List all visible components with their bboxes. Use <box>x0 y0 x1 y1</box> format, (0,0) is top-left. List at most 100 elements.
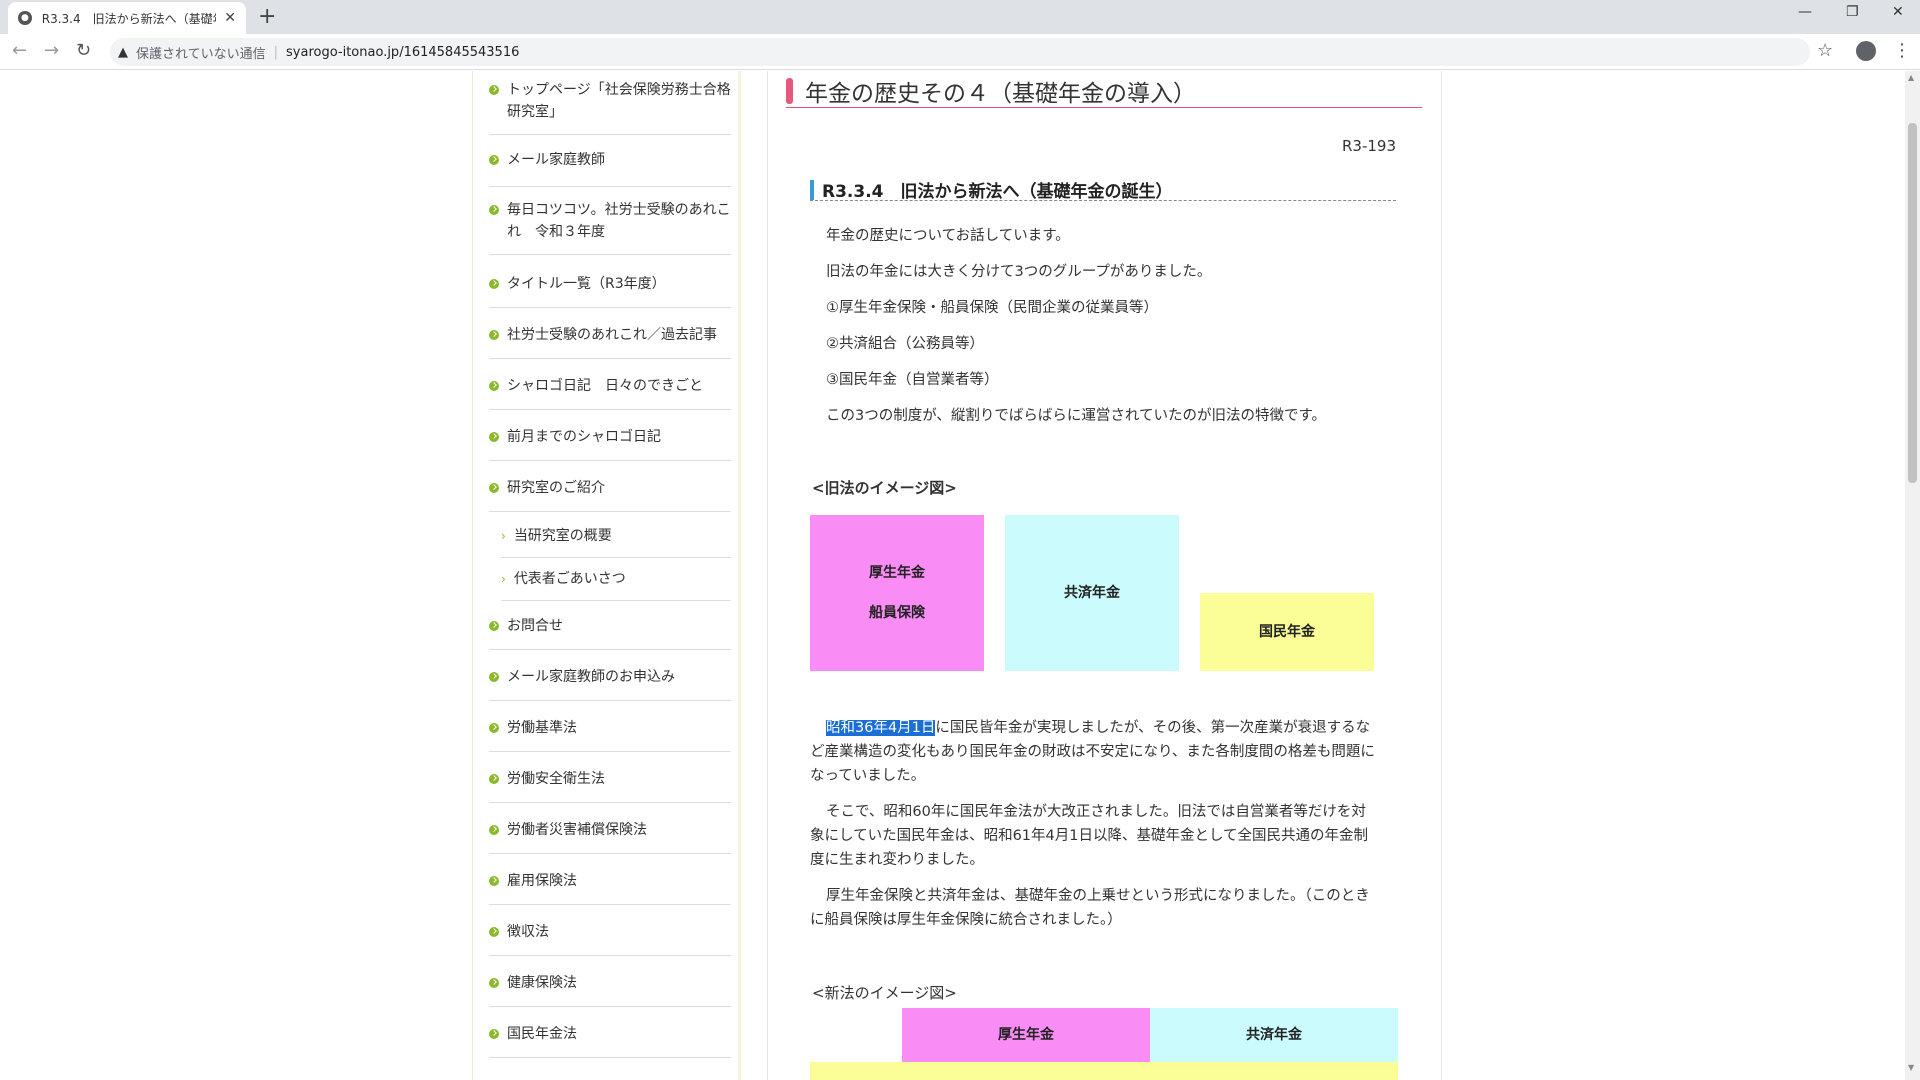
paragraph: 旧法の年金には大きく分けて3つのグループがありました。 <box>826 264 1212 280</box>
bullet-arrow-icon <box>489 876 499 886</box>
sidebar-item-label: 社労士受験のあれこれ／過去記事 <box>507 327 717 343</box>
bullet-arrow-icon <box>489 432 499 442</box>
column-divider <box>1441 71 1442 1080</box>
chevron-right-icon: › <box>501 572 506 586</box>
post-code: R3-193 <box>1342 137 1397 155</box>
kebab-menu-icon[interactable]: ⋮ <box>1893 40 1911 61</box>
page-title: 年金の歴史その４（基礎年金の導入） <box>786 74 1422 108</box>
title-marker <box>786 77 793 104</box>
scroll-down-icon[interactable]: ▼ <box>1908 1063 1914 1072</box>
sidebar-item-safety-health[interactable]: 労働安全衛生法 <box>489 768 731 803</box>
bullet-arrow-icon <box>489 330 499 340</box>
sidebar-item-label: メール家庭教師 <box>507 152 605 168</box>
bullet-arrow-icon <box>489 825 499 835</box>
sidebar-item-label: 健康保険法 <box>507 975 577 991</box>
vertical-scrollbar[interactable]: ▲ ▼ <box>1905 71 1920 1080</box>
page-title-text: 年金の歴史その４（基礎年金の導入） <box>805 80 1196 107</box>
sidebar-item-label: 毎日コツコツ。社労士受験のあれこれ 令和３年度 <box>507 202 731 240</box>
paragraph: に船員保険は厚生年金保険に統合されました。） <box>810 912 1122 928</box>
sidebar-item-label: シャロゴ日記 日々のできごと <box>507 378 703 394</box>
scroll-thumb[interactable] <box>1908 123 1917 483</box>
back-arrow-icon[interactable]: ← <box>12 40 27 61</box>
sidebar-subitem-greeting[interactable]: › 代表者ごあいさつ <box>501 568 731 601</box>
old-kosei-box: 厚生年金 船員保険 <box>810 515 984 671</box>
sidebar-item-title-list[interactable]: タイトル一覧（R3年度） <box>489 273 731 308</box>
sidebar-item-label: 徴収法 <box>507 924 549 940</box>
sidebar-item-past-diary[interactable]: 前月までのシャロゴ日記 <box>489 426 731 461</box>
paragraph: なっていました。 <box>810 768 926 784</box>
box-label: 共済年金 <box>1064 585 1120 601</box>
sidebar-subitem-label: 代表者ごあいさつ <box>513 571 626 587</box>
sidebar-decoration <box>738 71 741 1080</box>
scroll-up-icon[interactable]: ▲ <box>1908 73 1914 82</box>
sidebar-item-collection[interactable]: 徴収法 <box>489 921 731 956</box>
restore-icon[interactable]: ❐ <box>1846 4 1859 20</box>
paragraph: そこで、昭和60年に国民年金法が大改正されました。旧法では自営業者等だけを対 <box>826 804 1366 820</box>
forward-arrow-icon[interactable]: → <box>44 40 59 61</box>
bullet-arrow-icon <box>489 978 499 988</box>
column-divider <box>767 71 768 1080</box>
sidebar-item-label: 労働者災害補償保険法 <box>507 822 647 838</box>
new-kokumin-box <box>810 1062 1398 1080</box>
box-label: 共済年金 <box>1246 1027 1302 1043</box>
sidebar-item-health-ins[interactable]: 健康保険法 <box>489 972 731 1007</box>
bullet-arrow-icon <box>489 279 499 289</box>
sidebar-item-diary[interactable]: シャロゴ日記 日々のできごと <box>489 375 731 410</box>
browser-toolbar: ← → ↻ ▲ 保護されていない通信 | syarogo-itonao.jp/1… <box>0 34 1920 70</box>
sidebar-item-label: 国民年金法 <box>507 1026 577 1042</box>
new-kyosai-box: 共済年金 <box>1150 1008 1398 1062</box>
browser-tab-bar: ● R3.3.4 旧法から新法へ（基礎年金 ✕ + — ❐ ✕ <box>0 0 1920 34</box>
sidebar-subitem-overview[interactable]: › 当研究室の概要 <box>501 525 731 558</box>
sidebar-item-past-articles[interactable]: 社労士受験のあれこれ／過去記事 <box>489 324 731 359</box>
sidebar-item-label: トップページ「社会保険労務士合格研究室」 <box>507 82 731 120</box>
new-tab-button[interactable]: + <box>258 4 276 29</box>
bullet-arrow-icon <box>489 1029 499 1039</box>
sidebar-item-label: メール家庭教師のお申込み <box>507 669 675 685</box>
paragraph: ①厚生年金保険・船員保険（民間企業の従業員等） <box>826 300 1158 316</box>
highlighted-date: 昭和36年4月1日 <box>826 720 936 736</box>
warning-icon[interactable]: ▲ <box>118 45 128 60</box>
bullet-arrow-icon <box>489 155 499 165</box>
sidebar-item-workers-comp[interactable]: 労働者災害補償保険法 <box>489 819 731 854</box>
box-label: 厚生年金 <box>998 1027 1054 1043</box>
bullet-arrow-icon <box>489 723 499 733</box>
post-heading-text: R3.3.4 旧法から新法へ（基礎年金の誕生） <box>822 182 1173 202</box>
bullet-arrow-icon <box>489 85 499 95</box>
bookmark-star-icon[interactable]: ☆ <box>1817 40 1833 61</box>
profile-avatar-icon[interactable] <box>1856 41 1876 61</box>
tab-title: R3.3.4 旧法から新法へ（基礎年金 <box>41 11 217 26</box>
paragraph: 度に生まれ変わりました。 <box>810 852 984 868</box>
address-bar[interactable]: ▲ 保護されていない通信 | syarogo-itonao.jp/1614584… <box>110 38 1810 66</box>
old-kyosai-box: 共済年金 <box>1005 515 1179 671</box>
sidebar-subitem-label: 当研究室の概要 <box>513 528 612 544</box>
old-kokumin-box: 国民年金 <box>1200 593 1374 671</box>
paragraph: ど産業構造の変化もあり国民年金の財政は不安定になり、また各制度間の格差も問題に <box>810 744 1375 760</box>
security-label: 保護されていない通信 <box>136 46 266 62</box>
sidebar-item-national-pension[interactable]: 国民年金法 <box>489 1023 731 1058</box>
bullet-arrow-icon <box>489 205 499 215</box>
browser-tab[interactable]: ● R3.3.4 旧法から新法へ（基礎年金 ✕ <box>8 2 246 34</box>
bullet-arrow-icon <box>489 621 499 631</box>
sidebar-item-contact[interactable]: お問合せ <box>489 615 731 650</box>
reload-icon[interactable]: ↻ <box>76 40 91 61</box>
sidebar-item-top-page[interactable]: トップページ「社会保険労務士合格研究室」 <box>489 79 731 135</box>
bullet-arrow-icon <box>489 927 499 937</box>
bullet-arrow-icon <box>489 672 499 682</box>
url-text[interactable]: syarogo-itonao.jp/16145845543516 <box>286 45 519 60</box>
sidebar-item-label: 雇用保険法 <box>507 873 577 889</box>
post-heading: R3.3.4 旧法から新法へ（基礎年金の誕生） <box>810 179 1396 202</box>
sidebar-item-label: 研究室のご紹介 <box>507 480 605 496</box>
close-window-icon[interactable]: ✕ <box>1892 4 1904 20</box>
sidebar-item-apply[interactable]: メール家庭教師のお申込み <box>489 666 731 701</box>
sidebar-item-labor-standards[interactable]: 労働基準法 <box>489 717 731 752</box>
sidebar-item-daily[interactable]: 毎日コツコツ。社労士受験のあれこれ 令和３年度 <box>489 199 731 255</box>
bullet-arrow-icon <box>489 483 499 493</box>
sidebar-item-employment-ins[interactable]: 雇用保険法 <box>489 870 731 905</box>
paragraph: 昭和36年4月1日に国民皆年金が実現しましたが、その後、第一次産業が衰退するな <box>826 716 1396 740</box>
sidebar-item-about[interactable]: 研究室のご紹介 <box>489 477 731 512</box>
old-law-caption: <旧法のイメージ図> <box>812 479 957 497</box>
close-tab-icon[interactable]: ✕ <box>224 10 236 26</box>
sidebar-item-mail-tutor[interactable]: メール家庭教師 <box>489 149 731 187</box>
minimize-icon[interactable]: — <box>1798 4 1812 20</box>
sidebar-nav: トップページ「社会保険労務士合格研究室」 メール家庭教師 毎日コツコツ。社労士受… <box>472 71 741 1080</box>
